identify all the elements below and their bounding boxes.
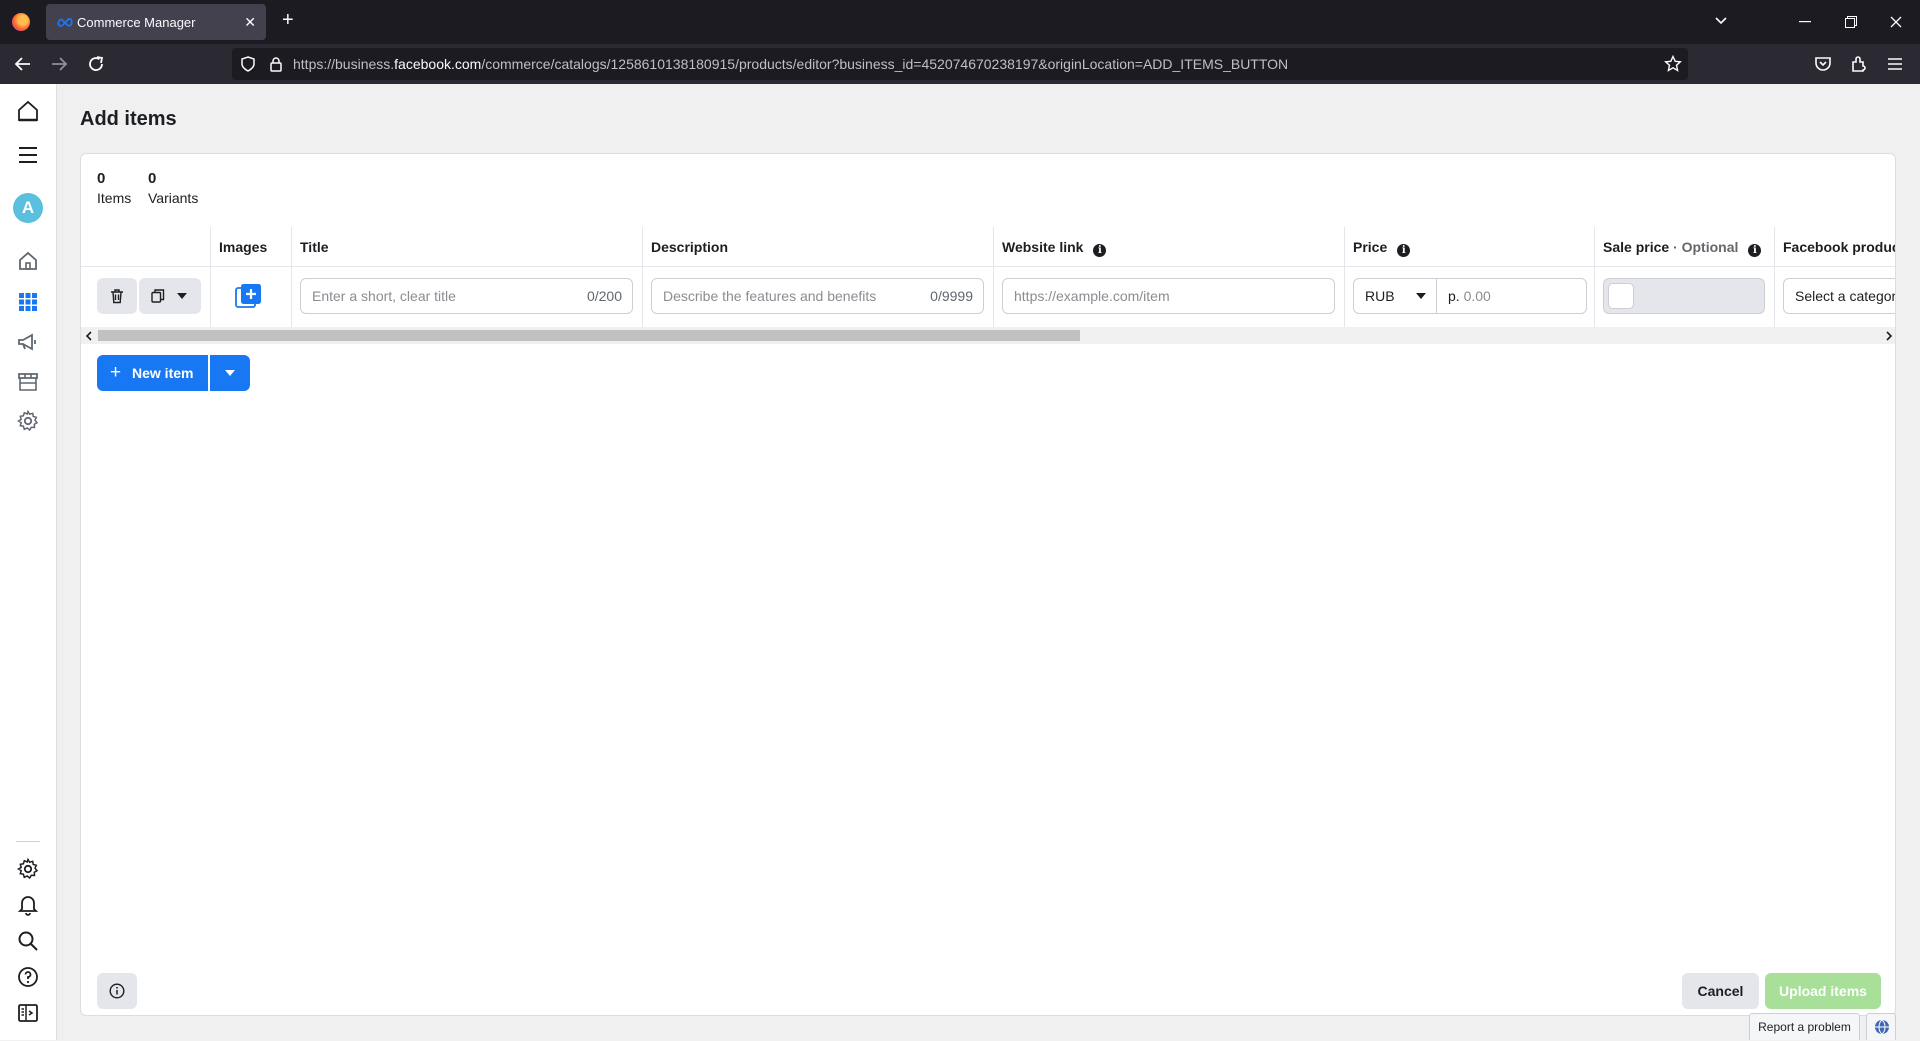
sidebar-divider <box>16 841 40 842</box>
items-stat: 0 Items <box>97 170 131 206</box>
account-avatar[interactable]: A <box>13 193 43 223</box>
shield-icon[interactable] <box>240 56 256 72</box>
items-editor-card: 0 Items 0 Variants Images Title Descript… <box>80 153 1896 1016</box>
search-icon[interactable] <box>16 929 40 953</box>
megaphone-icon[interactable] <box>16 330 40 354</box>
title-input[interactable]: Enter a short, clear title 0/200 <box>300 278 633 314</box>
column-header-description: Description <box>642 227 993 267</box>
cancel-button[interactable]: Cancel <box>1682 973 1759 1009</box>
items-count: 0 <box>97 170 106 187</box>
url-text[interactable]: https://business.facebook.com/commerce/c… <box>293 56 1288 72</box>
price-prefix: р. <box>1448 288 1460 304</box>
report-problem-button[interactable]: Report a problem <box>1749 1013 1860 1040</box>
firefox-logo-icon[interactable] <box>12 13 30 31</box>
forward-arrow-icon[interactable] <box>49 54 69 74</box>
tab-title: Commerce Manager <box>77 15 196 30</box>
language-globe-button[interactable] <box>1866 1013 1896 1040</box>
price-cell: RUB р. 0.00 <box>1344 267 1594 327</box>
column-header-title: Title <box>291 227 642 267</box>
sale-price-toggle[interactable] <box>1608 283 1634 309</box>
caret-down-icon <box>177 293 187 299</box>
menu-hamburger-icon[interactable] <box>1885 54 1905 74</box>
sale-price-cell <box>1594 267 1774 327</box>
info-icon[interactable]: i <box>1093 244 1107 257</box>
fb-category-cell: Select a category <box>1774 267 1895 327</box>
catalog-grid-icon[interactable] <box>16 290 40 314</box>
table-row: Enter a short, clear title 0/200 Describ… <box>81 267 1895 327</box>
description-input[interactable]: Describe the features and benefits 0/999… <box>651 278 984 314</box>
upload-items-button[interactable]: Upload items <box>1765 973 1881 1009</box>
info-circle-icon <box>109 983 125 999</box>
title-cell: Enter a short, clear title 0/200 <box>291 267 642 327</box>
meta-home-icon[interactable] <box>16 99 40 123</box>
variants-count: 0 <box>148 170 157 187</box>
settings-gear-icon[interactable] <box>16 857 40 881</box>
items-label: Items <box>97 190 132 206</box>
shop-icon[interactable] <box>16 370 40 394</box>
tab-close-icon[interactable]: ✕ <box>244 14 256 31</box>
meta-logo-icon <box>57 18 73 27</box>
plus-icon: + <box>110 362 122 383</box>
info-icon[interactable]: i <box>1397 244 1411 257</box>
extensions-icon[interactable] <box>1849 54 1869 74</box>
settings-gear-icon[interactable] <box>16 409 40 433</box>
delete-item-button[interactable] <box>97 278 137 314</box>
images-cell <box>210 267 291 327</box>
category-select[interactable]: Select a category <box>1783 278 1895 314</box>
url-bar[interactable]: https://business.facebook.com/commerce/c… <box>232 48 1688 80</box>
info-icon[interactable]: i <box>1748 244 1762 257</box>
website-link-cell: https://example.com/item <box>993 267 1344 327</box>
browser-tab-bar: Commerce Manager ✕ + <box>0 0 1920 44</box>
horizontal-scrollbar[interactable] <box>81 327 1895 344</box>
copy-icon <box>151 289 165 303</box>
sale-price-input[interactable] <box>1603 278 1765 314</box>
pocket-icon[interactable] <box>1813 54 1833 74</box>
website-link-input[interactable]: https://example.com/item <box>1002 278 1335 314</box>
price-input[interactable]: р. 0.00 <box>1436 278 1587 314</box>
toggle-panel-icon[interactable] <box>16 1001 40 1025</box>
column-header-fb-category: Facebook product category <box>1774 227 1895 267</box>
duplicate-item-button[interactable] <box>139 278 201 314</box>
variants-stat: 0 Variants <box>148 170 198 206</box>
all-tools-menu-icon[interactable] <box>16 143 40 167</box>
table-header-row: Images Title Description Website link i P… <box>81 227 1895 267</box>
caret-down-icon <box>225 370 235 376</box>
currency-select[interactable]: RUB <box>1353 278 1437 314</box>
new-tab-icon[interactable]: + <box>282 10 294 30</box>
reload-icon[interactable] <box>86 54 106 74</box>
globe-icon <box>1875 1019 1889 1035</box>
home-icon[interactable] <box>16 249 40 273</box>
left-sidebar: A <box>0 84 57 1040</box>
scroll-left-arrow-icon[interactable] <box>85 331 93 341</box>
back-arrow-icon[interactable] <box>13 54 33 74</box>
help-question-icon[interactable] <box>16 965 40 989</box>
info-button[interactable] <box>97 973 137 1009</box>
description-char-counter: 0/9999 <box>930 288 973 304</box>
scrollbar-thumb[interactable] <box>98 330 1080 341</box>
restore-icon[interactable] <box>1845 16 1857 28</box>
minimize-icon[interactable] <box>1799 21 1811 23</box>
bookmark-star-icon[interactable] <box>1664 55 1682 73</box>
notifications-bell-icon[interactable] <box>16 893 40 917</box>
lock-icon[interactable] <box>268 56 284 72</box>
caret-down-icon <box>1416 293 1426 299</box>
column-header-sale-price: Sale price · Optional i <box>1594 227 1774 267</box>
description-cell: Describe the features and benefits 0/999… <box>642 267 993 327</box>
window-close-icon[interactable] <box>1890 16 1902 28</box>
browser-tab-commerce-manager[interactable]: Commerce Manager ✕ <box>46 4 266 40</box>
browser-nav-bar: https://business.facebook.com/commerce/c… <box>0 44 1920 84</box>
column-header-price: Price i <box>1344 227 1594 267</box>
column-header-images: Images <box>210 227 291 267</box>
scroll-right-arrow-icon[interactable] <box>1885 331 1893 341</box>
title-char-counter: 0/200 <box>586 288 622 304</box>
new-item-dropdown-button[interactable] <box>210 355 250 391</box>
new-item-button[interactable]: + New item <box>97 355 208 391</box>
page-title: Add items <box>80 108 177 130</box>
variants-label: Variants <box>148 190 199 206</box>
column-header-website-link: Website link i <box>993 227 1344 267</box>
add-image-icon[interactable] <box>235 284 261 308</box>
chevron-down-icon[interactable] <box>1714 14 1728 28</box>
trash-icon <box>111 289 123 304</box>
